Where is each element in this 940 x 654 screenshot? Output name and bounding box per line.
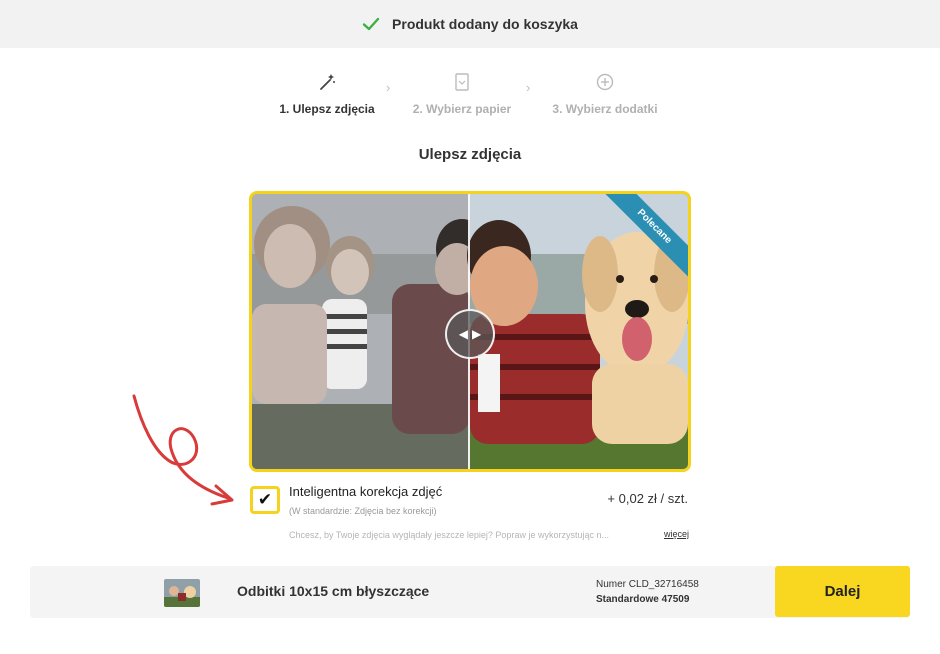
step-label: 2. Wybierz papier bbox=[412, 102, 512, 116]
order-number: Numer CLD_32716458 bbox=[596, 579, 699, 590]
next-button[interactable]: Dalej bbox=[775, 566, 910, 617]
product-thumbnail bbox=[164, 579, 200, 607]
arrow-left-icon: ◀ bbox=[458, 327, 468, 341]
step-choose-addons[interactable]: 3. Wybierz dodatki bbox=[549, 72, 661, 118]
comparison-slider-handle[interactable]: ◀ ▶ bbox=[445, 309, 495, 359]
step-separator: › bbox=[526, 80, 531, 95]
checkmark-icon: ✔ bbox=[257, 490, 273, 509]
option-description: Chcesz, by Twoje zdjęcia wyglądały jeszc… bbox=[289, 530, 609, 540]
wizard-steps: 1. Ulepsz zdjęcia › 2. Wybierz papier › … bbox=[0, 72, 940, 122]
added-to-cart-banner: Produkt dodany do koszyka bbox=[0, 0, 940, 48]
cart-summary-bar: Odbitki 10x15 cm błyszczące Numer CLD_32… bbox=[30, 566, 910, 618]
option-subtitle: (W standardzie: Zdjęcia bez korekcji) bbox=[289, 506, 437, 516]
step-separator: › bbox=[386, 80, 391, 95]
hand-drawn-arrow-icon bbox=[132, 394, 234, 506]
option-price: + 0,02 zł / szt. bbox=[607, 491, 688, 506]
add-ons-icon bbox=[596, 73, 614, 91]
product-name: Odbitki 10x15 cm błyszczące bbox=[237, 583, 430, 599]
step-label: 1. Ulepsz zdjęcia bbox=[279, 102, 375, 116]
smart-correction-checkbox[interactable]: ✔ bbox=[250, 486, 280, 514]
standard-number: Standardowe 47509 bbox=[596, 594, 690, 605]
step-improve-photos[interactable]: 1. Ulepsz zdjęcia bbox=[278, 72, 376, 118]
option-title: Inteligentna korekcja zdjęć bbox=[289, 484, 443, 499]
before-after-comparison[interactable]: ◀ ▶ Polecane bbox=[249, 191, 691, 472]
arrow-right-icon: ▶ bbox=[472, 327, 482, 341]
step-choose-paper[interactable]: 2. Wybierz papier bbox=[410, 72, 514, 118]
paper-icon bbox=[455, 73, 469, 91]
banner-message: Produkt dodany do koszyka bbox=[392, 16, 578, 32]
more-link[interactable]: więcej bbox=[664, 529, 689, 539]
step-label: 3. Wybierz dodatki bbox=[552, 102, 658, 116]
order-meta: Numer CLD_32716458 Standardowe 47509 bbox=[596, 577, 699, 607]
magic-wand-icon bbox=[320, 74, 335, 90]
smart-correction-option: ✔ Inteligentna korekcja zdjęć (W standar… bbox=[250, 481, 690, 541]
check-icon bbox=[362, 17, 380, 31]
section-title: Ulepsz zdjęcia bbox=[418, 146, 522, 163]
